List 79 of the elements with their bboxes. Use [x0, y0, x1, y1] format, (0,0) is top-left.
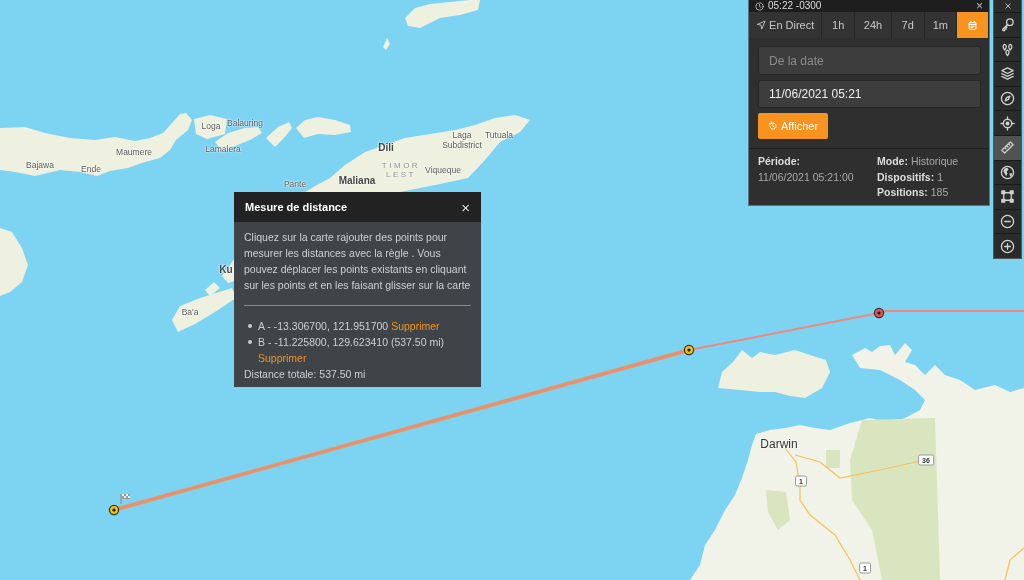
stat-label: Dispositifs:	[877, 169, 935, 185]
place-label: Balauring	[227, 119, 263, 129]
place-label: Loga	[201, 122, 221, 132]
point-entry: B - -11.225800, 129.623410 (537.50 mi) Supprimer	[258, 335, 446, 366]
delete-link[interactable]: Supprimer	[258, 352, 307, 364]
road	[1004, 547, 1024, 580]
park-area	[766, 490, 790, 530]
place-label: Ende	[81, 165, 101, 175]
close-button[interactable]: ×	[976, 0, 983, 12]
place-label: Viqueque	[425, 166, 461, 176]
zoom-in-icon	[1000, 238, 1015, 254]
place-label: Darwin	[760, 438, 798, 452]
island	[383, 38, 390, 50]
country-label: TIMOR LEST	[381, 160, 421, 180]
place-label: Ba'a	[181, 308, 199, 318]
navigation-icon	[756, 20, 767, 30]
crosshair-icon	[1000, 115, 1015, 131]
instructions-text: Cliquez sur la carte rajouter des points pour mesurer les distances avec la règle . Vous pouvez déplacer les points existants en cliquant sur les points et en les faisant glisser sur la carte	[244, 230, 471, 293]
stat-value: 1	[937, 169, 943, 185]
calendar-tab[interactable]	[957, 12, 989, 38]
delete-link[interactable]: Supprimer	[391, 320, 440, 332]
pins-icon	[1000, 41, 1015, 57]
globe-button[interactable]	[994, 159, 1021, 185]
marker-icon[interactable]	[873, 307, 885, 319]
layers-icon	[1000, 66, 1015, 82]
compass-icon	[1000, 91, 1015, 107]
park-area	[826, 450, 840, 468]
places-button[interactable]	[994, 36, 1021, 62]
key-icon	[1000, 17, 1015, 33]
bullet-icon	[248, 340, 252, 344]
key-button[interactable]	[994, 12, 1021, 37]
dialog-title: Mesure de distance	[245, 199, 348, 215]
marker-icon[interactable]	[108, 504, 120, 516]
clock-icon	[755, 1, 764, 11]
period-label: Période:	[758, 154, 801, 169]
place-label: Bajawa	[26, 161, 54, 171]
zoom-out-button[interactable]	[994, 208, 1021, 234]
stat-value: Historique	[910, 154, 959, 169]
place-label: Dili	[378, 142, 394, 154]
place-label: Maumere	[116, 148, 152, 158]
close-icon	[1002, 1, 1013, 11]
place-label: Tutuala	[485, 131, 513, 141]
close-button[interactable]: ×	[461, 199, 470, 215]
history-icon	[767, 121, 778, 131]
globe-icon	[1000, 164, 1015, 180]
period-value: 11/06/2021 05:21:00	[758, 169, 855, 185]
live-tab[interactable]: En Direct	[749, 12, 823, 38]
ruler-icon	[1000, 140, 1015, 156]
stat-label: Mode:	[877, 154, 908, 169]
stat-value: 185	[930, 185, 949, 200]
marker-icon[interactable]	[683, 344, 695, 356]
stat-label: Positions:	[877, 185, 928, 200]
range-tab[interactable]: 1m	[924, 12, 958, 38]
layers-button[interactable]	[994, 61, 1021, 86]
island	[0, 228, 28, 296]
place-label: Laga Subdistrict	[442, 131, 482, 151]
bullet-icon	[248, 324, 252, 328]
ruler-button[interactable]	[994, 134, 1021, 160]
range-tab[interactable]: 1h	[822, 12, 856, 38]
point-entry: A - -13.306700, 121.951700 Supprimer	[258, 319, 440, 334]
place-label: Ku	[219, 264, 233, 276]
time-zone-text: 05:22 -0300	[768, 1, 822, 11]
range-tab[interactable]: 7d	[891, 12, 925, 38]
from-date-field[interactable]: De la date	[758, 46, 981, 75]
to-date-field[interactable]: 11/06/2021 05:21	[758, 80, 981, 108]
zoom-in-button[interactable]	[994, 233, 1021, 258]
locate-button[interactable]	[994, 110, 1021, 135]
zoom-out-icon	[1000, 214, 1015, 230]
close-button[interactable]	[994, 0, 1021, 12]
bounding-box-icon	[1000, 189, 1015, 205]
place-label: Maliana	[338, 175, 376, 187]
calendar-icon	[967, 19, 979, 31]
select-button[interactable]	[994, 184, 1021, 209]
total-distance: Distance totale: 537.50 mi	[244, 367, 367, 382]
range-tab[interactable]: 24h	[855, 12, 892, 38]
flag-icon	[120, 493, 130, 505]
compass-button[interactable]	[994, 85, 1021, 111]
place-label: Pante	[283, 180, 307, 190]
place-label: Lamalera	[205, 145, 241, 155]
